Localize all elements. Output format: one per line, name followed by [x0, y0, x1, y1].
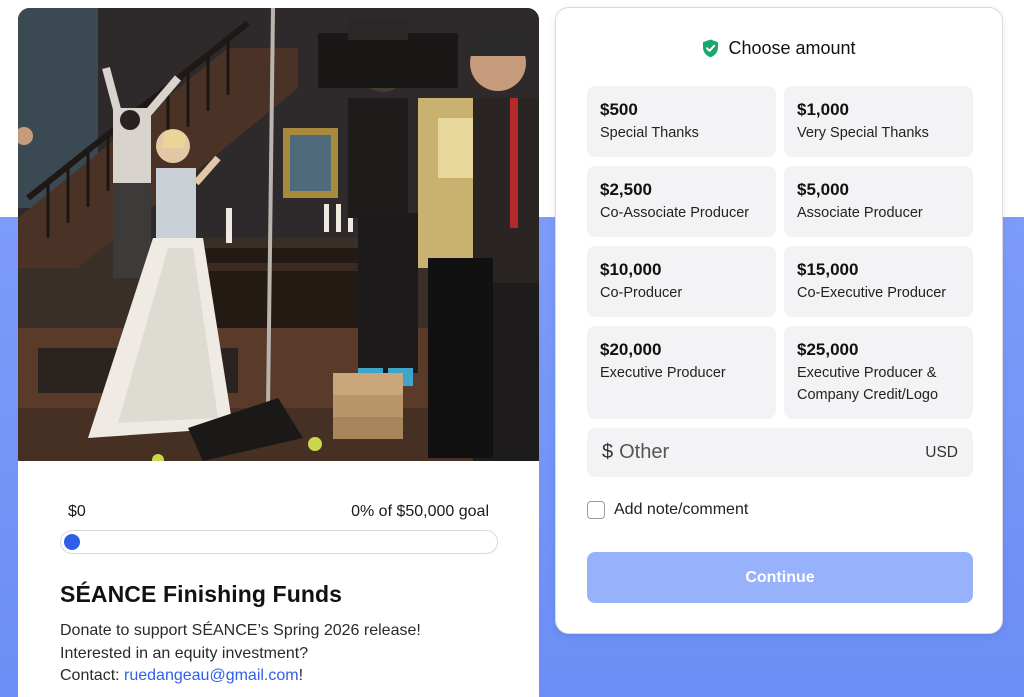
tier-label: Co-Associate Producer	[600, 205, 750, 221]
other-amount-input[interactable]: $ Other USD	[587, 428, 973, 477]
campaign-description: Donate to support SÉANCE’s Spring 2026 r…	[60, 620, 500, 688]
tier-amount: $20,000	[600, 340, 662, 359]
tier-amount: $25,000	[797, 340, 859, 359]
tier-label: Associate Producer	[797, 205, 923, 221]
contact-email-link[interactable]: ruedangeau@gmail.com	[124, 667, 299, 684]
tier-25000[interactable]: $25,000 Executive Producer & Company Cre…	[784, 326, 973, 419]
description-line-1: Donate to support SÉANCE’s Spring 2026 r…	[60, 622, 421, 639]
tier-1000[interactable]: $1,000 Very Special Thanks	[784, 86, 973, 157]
progress-labels: $0 0% of $50,000 goal	[68, 503, 489, 525]
tier-amount: $1,000	[797, 100, 849, 119]
campaign-card: $0 0% of $50,000 goal SÉANCE Finishing F…	[18, 8, 539, 697]
other-amount-placeholder[interactable]: Other	[619, 441, 925, 464]
amount-raised: $0	[68, 503, 86, 520]
campaign-photo	[18, 8, 539, 461]
progress-bar	[60, 530, 498, 554]
choose-amount-header: Choose amount	[556, 38, 1002, 59]
contact-line: Contact: ruedangeau@gmail.com!	[60, 665, 500, 688]
tier-20000[interactable]: $20,000 Executive Producer	[587, 326, 776, 419]
tier-label: Executive Producer	[600, 365, 726, 381]
tier-amount: $10,000	[600, 260, 662, 279]
progress-indicator	[64, 534, 80, 550]
currency-code: USD	[925, 443, 958, 461]
currency-symbol: $	[602, 441, 614, 463]
tier-10000[interactable]: $10,000 Co-Producer	[587, 246, 776, 317]
shield-check-icon	[703, 39, 719, 58]
tier-amount: $500	[600, 100, 638, 119]
goal-progress-text: 0% of $50,000 goal	[351, 503, 489, 520]
tier-label: Very Special Thanks	[797, 125, 929, 141]
tier-amount: $5,000	[797, 180, 849, 199]
continue-button[interactable]: Continue	[587, 552, 973, 603]
donation-card: Choose amount $500 Special Thanks $1,000…	[555, 7, 1003, 634]
add-note-label[interactable]: Add note/comment	[614, 501, 748, 519]
choose-amount-title: Choose amount	[728, 38, 856, 58]
tier-label: Co-Producer	[600, 285, 683, 301]
tier-label: Executive Producer & Company Credit/Logo	[797, 365, 939, 403]
add-note-checkbox[interactable]	[587, 501, 605, 519]
tier-5000[interactable]: $5,000 Associate Producer	[784, 166, 973, 237]
tier-label: Special Thanks	[600, 125, 699, 141]
tier-500[interactable]: $500 Special Thanks	[587, 86, 776, 157]
tier-2500[interactable]: $2,500 Co-Associate Producer	[587, 166, 776, 237]
contact-prefix: Contact:	[60, 667, 125, 684]
tier-label: Co-Executive Producer	[797, 285, 947, 301]
description-line-2: Interested in an equity investment?	[60, 644, 309, 662]
tier-15000[interactable]: $15,000 Co-Executive Producer	[784, 246, 973, 317]
campaign-title: SÉANCE Finishing Funds	[60, 581, 343, 607]
contact-suffix: !	[298, 667, 304, 684]
add-note-option[interactable]: Add note/comment	[587, 501, 748, 519]
tier-amount: $15,000	[797, 260, 859, 279]
tier-amount: $2,500	[600, 180, 652, 199]
